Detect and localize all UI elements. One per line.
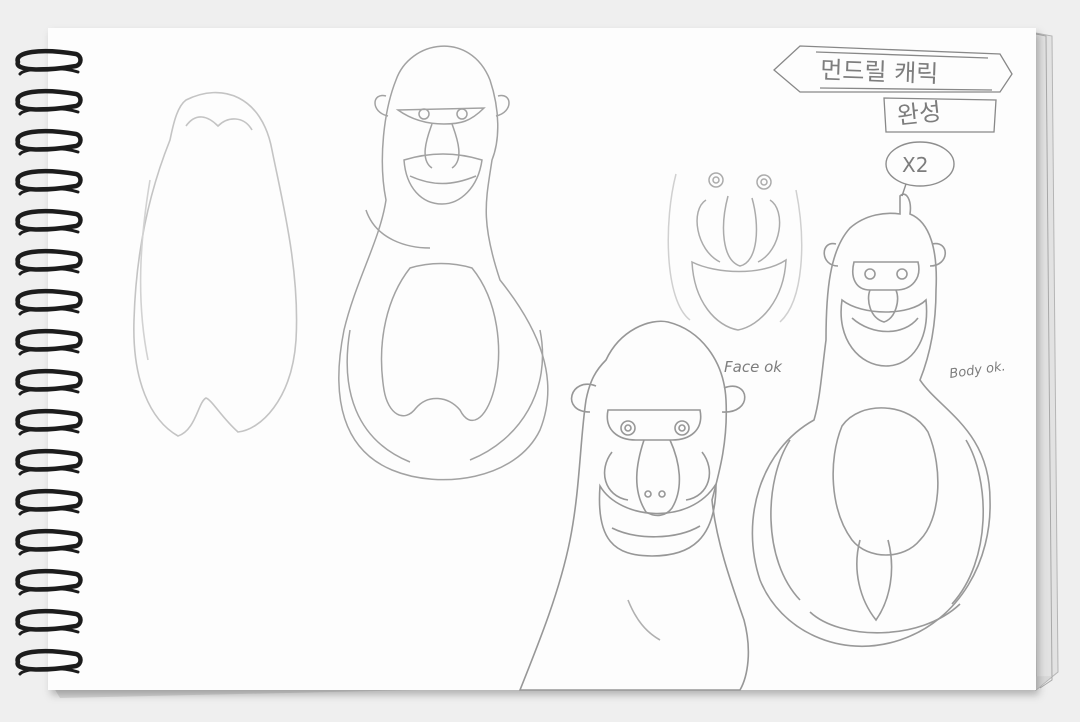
circled-mark-text: X2 bbox=[902, 153, 928, 177]
sketchbook-illustration: 먼드릴 캐릭 완성 X2 Face ok Body ok. bbox=[15, 28, 1059, 698]
face-note-text: Face ok bbox=[724, 358, 783, 376]
title-korean-line1: 먼드릴 캐릭 bbox=[820, 56, 939, 88]
sketchbook-scene: 먼드릴 캐릭 완성 X2 Face ok Body ok. bbox=[0, 0, 1080, 722]
face-note: Face ok bbox=[724, 358, 783, 376]
title-korean-line2: 완성 bbox=[896, 98, 943, 130]
